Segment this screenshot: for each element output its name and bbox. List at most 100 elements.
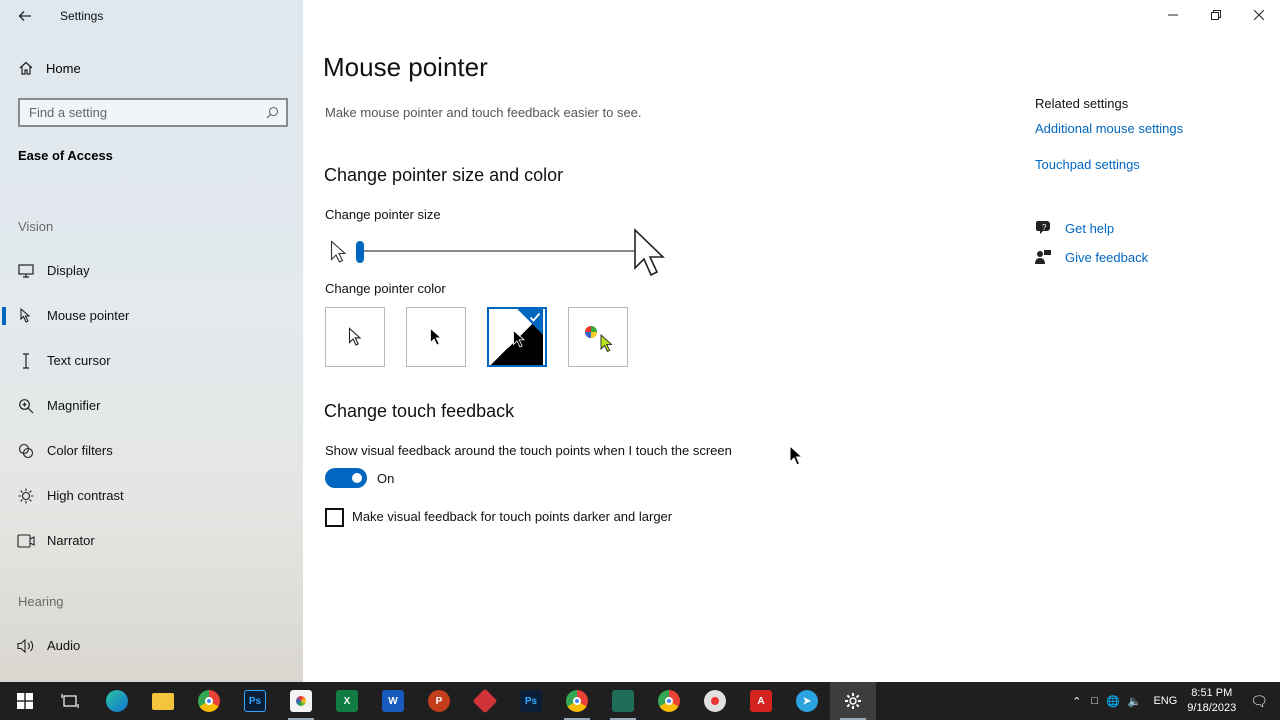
minimize-icon: [1167, 14, 1178, 16]
touch-feedback-toggle[interactable]: [325, 468, 367, 488]
photoshop-icon: Ps: [244, 690, 266, 712]
additional-mouse-settings-link[interactable]: Additional mouse settings: [1035, 121, 1183, 136]
restore-icon: [1210, 10, 1221, 20]
section-title: Ease of Access: [18, 148, 113, 163]
paint-icon: [290, 690, 312, 712]
sidebar-item-label: Mouse pointer: [47, 308, 130, 323]
network-icon[interactable]: 🌐: [1106, 695, 1120, 708]
taskbar-chrome-3[interactable]: [646, 682, 692, 720]
chrome-icon: [658, 690, 680, 712]
page-subtitle: Make mouse pointer and touch feedback ea…: [325, 105, 642, 120]
group-label-hearing: Hearing: [18, 594, 64, 609]
search-input[interactable]: [29, 105, 254, 120]
app-title: Settings: [60, 9, 104, 23]
taskbar-photoshop[interactable]: Ps: [232, 682, 278, 720]
heading-touch-feedback: Change touch feedback: [324, 401, 515, 421]
taskbar-powerpoint[interactable]: P: [416, 682, 462, 720]
sidebar-item-text-cursor[interactable]: Text cursor: [0, 343, 303, 379]
color-option-white[interactable]: [325, 307, 385, 367]
sidebar-item-display[interactable]: Display: [0, 253, 303, 289]
main-content: Mouse pointer Make mouse pointer and tou…: [303, 0, 1280, 682]
touchpad-settings-link[interactable]: Touchpad settings: [1035, 157, 1183, 172]
sidebar-item-narrator[interactable]: Narrator: [0, 523, 303, 559]
tray-chevron-icon[interactable]: ⌃: [1072, 695, 1081, 708]
sidebar-item-color-filters[interactable]: Color filters: [0, 433, 303, 469]
search-icon[interactable]: [266, 106, 279, 119]
taskbar-chrome-2[interactable]: [554, 682, 600, 720]
touch-feedback-label: Show visual feedback around the touch po…: [325, 443, 732, 458]
title-bar: Settings: [0, 0, 303, 32]
nav-home[interactable]: Home: [18, 56, 81, 80]
sidebar-item-magnifier[interactable]: Magnifier: [0, 388, 303, 424]
task-view-button[interactable]: [47, 682, 93, 720]
meet-now-icon[interactable]: □: [1091, 695, 1098, 707]
taskbar-paint[interactable]: [278, 682, 324, 720]
start-button[interactable]: [2, 682, 48, 720]
powerpoint-icon: P: [428, 690, 450, 712]
taskbar-chrome[interactable]: [186, 682, 232, 720]
word-icon: W: [382, 690, 404, 712]
color-filters-icon: [17, 443, 35, 459]
give-feedback-row[interactable]: Give feedback: [1035, 249, 1148, 265]
taskbar-file-explorer[interactable]: [140, 682, 186, 720]
minimize-button[interactable]: [1151, 0, 1194, 30]
taskbar-app-green[interactable]: [600, 682, 646, 720]
pointer-size-slider[interactable]: [330, 228, 670, 278]
taskbar-snipping[interactable]: [692, 682, 738, 720]
taskbar-app-red[interactable]: [462, 682, 508, 720]
sidebar-item-mouse-pointer[interactable]: Mouse pointer: [0, 298, 303, 334]
sidebar-item-label: Audio: [47, 638, 81, 653]
audio-icon: [17, 638, 35, 654]
home-icon: [19, 61, 33, 75]
give-feedback-link[interactable]: Give feedback: [1065, 250, 1148, 265]
notifications-icon[interactable]: 🗨: [1250, 693, 1268, 710]
taskbar: Ps X W P Ps A ➤ ⌃ □ 🌐 🔈 ENG 8:51 PM 9/18…: [0, 682, 1280, 720]
folder-icon: [152, 692, 174, 710]
sidebar-item-label: High contrast: [47, 488, 124, 503]
color-option-black[interactable]: [406, 307, 466, 367]
text-cursor-icon: [17, 353, 35, 369]
taskbar-acrobat[interactable]: A: [738, 682, 784, 720]
chrome-icon: [566, 690, 588, 712]
close-button[interactable]: [1237, 0, 1280, 30]
pointer-size-label: Change pointer size: [325, 207, 441, 222]
photoshop-icon: Ps: [520, 690, 542, 712]
page-title: Mouse pointer: [323, 52, 488, 82]
svg-text:?: ?: [1042, 223, 1047, 232]
windows-logo-icon: [17, 693, 33, 709]
clock[interactable]: 8:51 PM 9/18/2023: [1187, 686, 1236, 716]
darker-feedback-checkbox[interactable]: [325, 508, 344, 527]
taskbar-photoshop-2[interactable]: Ps: [508, 682, 554, 720]
darker-feedback-label[interactable]: Make visual feedback for touch points da…: [352, 509, 672, 524]
toggle-knob: [352, 473, 362, 483]
small-pointer-icon: [330, 240, 346, 263]
magnifier-icon: [17, 398, 35, 414]
system-tray: ⌃ □ 🌐 🔈 ENG 8:51 PM 9/18/2023 🗨: [1072, 682, 1280, 720]
get-help-link[interactable]: Get help: [1065, 221, 1114, 236]
sidebar-item-audio[interactable]: Audio: [0, 628, 303, 664]
back-button[interactable]: [10, 4, 40, 28]
back-arrow-icon: [18, 11, 31, 21]
taskbar-excel[interactable]: X: [324, 682, 370, 720]
restore-button[interactable]: [1194, 0, 1237, 30]
volume-icon[interactable]: 🔈: [1128, 695, 1142, 708]
slider-thumb[interactable]: [356, 241, 364, 263]
active-indicator: [2, 307, 6, 325]
color-option-inverted[interactable]: [487, 307, 547, 367]
language-indicator[interactable]: ENG: [1153, 695, 1177, 707]
related-settings-title: Related settings: [1035, 96, 1129, 111]
get-help-row[interactable]: ? Get help: [1035, 220, 1114, 236]
taskbar-settings[interactable]: [830, 682, 876, 720]
search-box[interactable]: [18, 98, 288, 127]
sidebar: Settings Home Ease of Access Vision Disp…: [0, 0, 303, 682]
clock-time: 8:51 PM: [1191, 687, 1233, 699]
close-icon: [1253, 10, 1264, 20]
excel-icon: X: [336, 690, 358, 712]
taskbar-edge[interactable]: [94, 682, 140, 720]
taskbar-telegram[interactable]: ➤: [784, 682, 830, 720]
taskbar-word[interactable]: W: [370, 682, 416, 720]
slider-track: [360, 250, 650, 252]
pointer-color-options: [325, 307, 628, 367]
color-option-custom[interactable]: [568, 307, 628, 367]
sidebar-item-high-contrast[interactable]: High contrast: [0, 478, 303, 514]
